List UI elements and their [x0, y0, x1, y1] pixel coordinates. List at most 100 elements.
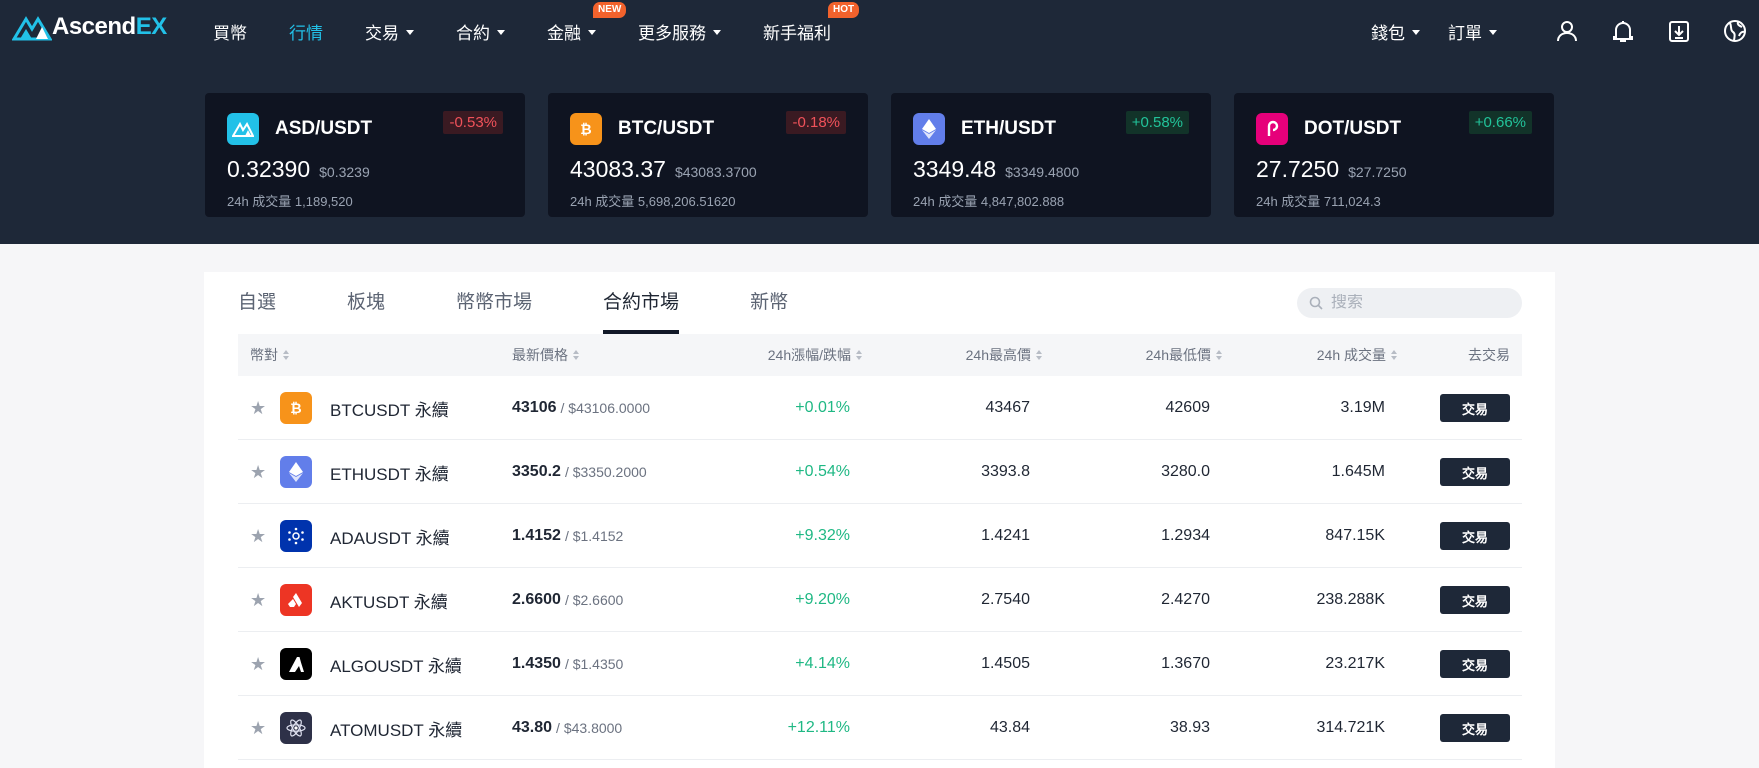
ascendex-logo[interactable]: AscendEX	[12, 13, 167, 41]
bell-icon[interactable]	[1609, 17, 1637, 45]
sort-icon	[573, 350, 579, 360]
nav-item[interactable]: 買幣	[213, 19, 247, 44]
header-volume[interactable]: 24h 成交量	[1317, 334, 1397, 376]
download-icon[interactable]	[1665, 17, 1693, 45]
market-panel: 自選 板塊 幣幣市場 合約市場 新幣 幣對 最新價格 24h漲幅/跌幅 24h最高價 2…	[204, 272, 1555, 768]
header-low[interactable]: 24h最低價	[1146, 334, 1222, 376]
favorite-star-icon[interactable]: ★	[250, 590, 266, 611]
market-tab[interactable]: 幣幣市場	[456, 272, 532, 334]
header: AscendEX 買幣 行情 交易 合約 金融 NEW 更多服務 新手福利 HOT 錢包 訂單 …	[0, 0, 1759, 244]
ticker-volume: 24h 成交量 711,024.3	[1256, 194, 1381, 209]
table-row[interactable]: ★ ₿ BTCUSDT 永續 43106/ $43106.0000 +0.01% 4346…	[238, 376, 1522, 440]
change-percent: +9.20%	[795, 591, 850, 608]
last-price-usd: / $1.4350	[564, 656, 624, 672]
search-input[interactable]	[1331, 294, 1501, 312]
trade-button[interactable]: 交易	[1440, 522, 1510, 550]
favorite-star-icon[interactable]: ★	[250, 654, 266, 675]
nav-item[interactable]: 更多服務	[638, 19, 721, 44]
orders-menu[interactable]: 訂單	[1448, 19, 1497, 44]
trade-button[interactable]: 交易	[1440, 714, 1510, 742]
ascendex-icon	[227, 113, 259, 145]
ticker-change: -0.53%	[443, 111, 503, 134]
high-price: 43467	[985, 399, 1031, 416]
contract-symbol[interactable]: ATOMUSDT 永續	[330, 716, 462, 741]
header-last-price[interactable]: 最新價格	[512, 334, 579, 376]
nav-item-label: 行情	[289, 23, 323, 43]
nav-item[interactable]: 金融 NEW	[547, 1, 627, 44]
ticker-usd-price: $43083.3700	[674, 164, 757, 180]
nav-item[interactable]: 新手福利 HOT	[763, 1, 860, 44]
ticker-pair: ASD/USDT	[275, 118, 373, 139]
nav-item-label: 合約	[456, 23, 490, 43]
ethereum-icon	[280, 456, 312, 488]
bitcoin-icon: ₿	[570, 113, 602, 145]
favorite-star-icon[interactable]: ★	[250, 398, 266, 419]
change-percent: +9.32%	[795, 527, 850, 544]
ticker-price: 0.32390	[227, 156, 311, 182]
market-tab[interactable]: 合約市場	[603, 272, 680, 334]
ascendex-logo-icon	[12, 16, 52, 41]
search-box[interactable]	[1297, 288, 1522, 318]
trade-button[interactable]: 交易	[1440, 458, 1510, 486]
ticker-volume: 24h 成交量 5,698,206.51620	[570, 194, 736, 209]
ticker-card[interactable]: DOT/USDT +0.66% 27.7250 $27.7250 24h 成交量 711…	[1234, 93, 1554, 217]
search-icon	[1309, 296, 1323, 310]
market-tab[interactable]: 新幣	[750, 272, 788, 334]
chevron-down-icon	[497, 29, 505, 35]
table-row[interactable]: ★ ALGOUSDT 永續 1.4350/ $1.4350 +4.14% 1.4505 1…	[238, 632, 1522, 696]
nav-item[interactable]: 交易	[365, 19, 414, 44]
cosmos-icon	[280, 712, 312, 744]
last-price-usd: / $43.8000	[556, 720, 623, 736]
top-nav: AscendEX 買幣 行情 交易 合約 金融 NEW 更多服務 新手福利 HOT 錢包 訂單	[0, 0, 1759, 62]
ticker-card[interactable]: ₿ BTC/USDT -0.18% 43083.37 $43083.3700 24h 成交…	[548, 93, 868, 217]
contract-symbol[interactable]: ETHUSDT 永續	[330, 460, 449, 485]
nav-item-label: 金融	[547, 23, 581, 43]
change-percent: +4.14%	[795, 655, 850, 672]
ticker-cards: ASD/USDT -0.53% 0.32390 $0.3239 24h 成交量 1,18…	[205, 93, 1577, 217]
favorite-star-icon[interactable]: ★	[250, 718, 266, 739]
last-price-usd: / $1.4152	[564, 528, 624, 544]
trade-button[interactable]: 交易	[1440, 394, 1510, 422]
table-row[interactable]: ★ AKTUSDT 永續 2.6600/ $2.6600 +9.20% 2.7540 2.…	[238, 568, 1522, 632]
sort-icon	[1216, 350, 1222, 360]
polkadot-icon	[1256, 113, 1288, 145]
contract-symbol[interactable]: ADAUSDT 永續	[330, 524, 450, 549]
trade-button[interactable]: 交易	[1440, 586, 1510, 614]
chevron-down-icon	[713, 29, 721, 35]
contract-symbol[interactable]: ALGOUSDT 永續	[330, 652, 462, 677]
favorite-star-icon[interactable]: ★	[250, 526, 266, 547]
last-price-usd: / $2.6600	[564, 592, 624, 608]
ticker-pair: DOT/USDT	[1304, 118, 1402, 139]
table-row[interactable]: ★ ADAUSDT 永續 1.4152/ $1.4152 +9.32% 1.4241 1.…	[238, 504, 1522, 568]
ticker-usd-price: $27.7250	[1348, 164, 1407, 180]
market-tab[interactable]: 自選	[238, 272, 276, 334]
nav-badge: NEW	[593, 1, 627, 18]
last-price: 3350.2	[512, 463, 561, 480]
svg-text:₿: ₿	[290, 401, 301, 417]
contract-symbol[interactable]: AKTUSDT 永續	[330, 588, 448, 613]
nav-item[interactable]: 行情	[289, 19, 323, 44]
header-high[interactable]: 24h最高價	[966, 334, 1042, 376]
ticker-card[interactable]: ASD/USDT -0.53% 0.32390 $0.3239 24h 成交量 1,18…	[205, 93, 525, 217]
table-row[interactable]: ★ ATOMUSDT 永續 43.80/ $43.8000 +12.11% 43.84 3…	[238, 696, 1522, 760]
table-row[interactable]: ★ ETHUSDT 永續 3350.2/ $3350.2000 +0.54% 3393.…	[238, 440, 1522, 504]
wallet-menu[interactable]: 錢包	[1371, 19, 1420, 44]
contract-symbol[interactable]: BTCUSDT 永續	[330, 396, 449, 421]
nav-item-label: 新手福利	[763, 23, 831, 43]
volume: 314.721K	[1316, 719, 1385, 736]
nav-right: 錢包 訂單	[1371, 0, 1759, 62]
ticker-card[interactable]: ETH/USDT +0.58% 3349.48 $3349.4800 24h 成交量 4…	[891, 93, 1211, 217]
cardano-icon	[280, 520, 312, 552]
language-icon[interactable]	[1721, 17, 1749, 45]
change-percent: +12.11%	[787, 719, 850, 736]
market-tab[interactable]: 板塊	[347, 272, 385, 334]
trade-button[interactable]: 交易	[1440, 650, 1510, 678]
nav-item[interactable]: 合約	[456, 19, 505, 44]
favorite-star-icon[interactable]: ★	[250, 462, 266, 483]
header-change[interactable]: 24h漲幅/跌幅	[768, 334, 862, 376]
header-pair[interactable]: 幣對	[250, 334, 289, 376]
volume: 847.15K	[1325, 527, 1385, 544]
chevron-down-icon	[588, 29, 596, 35]
sort-icon	[1036, 350, 1042, 360]
user-icon[interactable]	[1553, 17, 1581, 45]
